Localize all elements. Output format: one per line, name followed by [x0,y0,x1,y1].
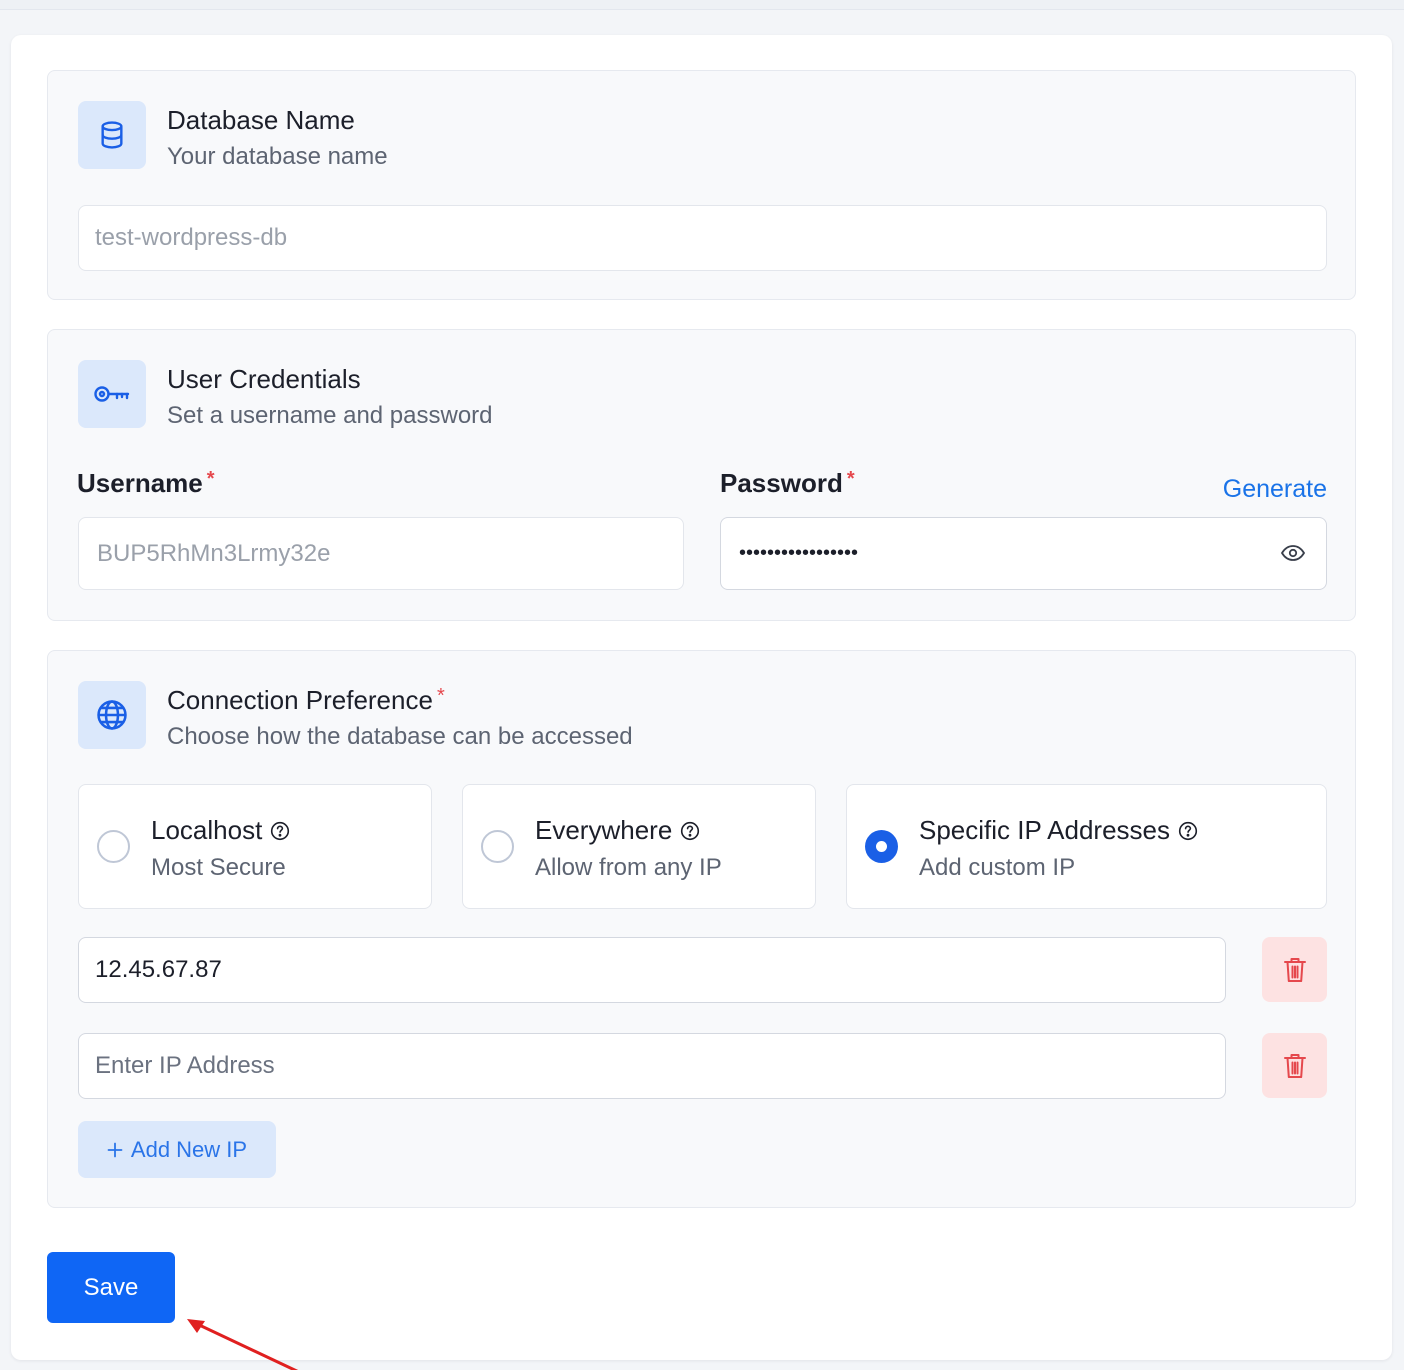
password-label: Password * [720,468,855,498]
option-everywhere[interactable]: Everywhere Allow from any IP [462,784,816,909]
option-title: Specific IP Addresses [919,815,1198,846]
database-form-card: Database Name Your database name test-wo… [11,35,1392,1370]
help-icon[interactable] [1178,821,1198,841]
section-subtitle: Choose how the database can be accessed [167,723,633,750]
ip-address-value: 12.45.67.87 [95,956,222,983]
ip-address-input[interactable]: 12.45.67.87 [78,937,1226,1003]
option-title: Everywhere [535,815,700,846]
trash-icon [1283,957,1306,982]
ip-address-input[interactable]: Enter IP Address [78,1033,1226,1099]
username-value: BUP5RhMn3Lrmy32e [97,539,331,567]
database-icon [78,101,146,169]
user-credentials-section: User Credentials Set a username and pass… [47,329,1356,621]
username-label: Username * [77,468,215,498]
required-marker: * [206,468,215,490]
required-marker: * [846,468,855,490]
delete-ip-button[interactable] [1262,1033,1327,1098]
section-title: Database Name [167,105,355,135]
option-localhost[interactable]: Localhost Most Secure [78,784,432,909]
save-button[interactable]: Save [47,1252,175,1323]
section-title: User Credentials [167,364,361,394]
trash-icon [1283,1053,1306,1078]
section-subtitle: Set a username and password [167,402,493,429]
key-icon [78,360,146,428]
delete-ip-button[interactable] [1262,937,1327,1002]
everywhere-radio[interactable] [481,830,514,863]
option-specific-ip[interactable]: Specific IP Addresses Add custom IP [846,784,1327,909]
database-name-input[interactable]: test-wordpress-db [78,205,1327,271]
option-subtitle: Most Secure [151,854,286,881]
add-new-ip-button[interactable]: Add New IP [78,1121,276,1178]
option-subtitle: Allow from any IP [535,854,722,881]
plus-icon [107,1142,123,1157]
top-bar [0,0,1404,10]
username-input[interactable]: BUP5RhMn3Lrmy32e [78,517,684,590]
add-new-ip-label: Add New IP [130,1136,248,1162]
specific-ip-radio[interactable] [865,830,898,863]
help-icon[interactable] [270,821,290,841]
annotation-arrow-icon [187,1319,299,1370]
ip-address-placeholder: Enter IP Address [95,1052,275,1079]
eye-icon[interactable] [1280,543,1306,563]
generate-password-link[interactable]: Generate [1223,475,1327,504]
globe-icon [78,681,146,749]
help-icon[interactable] [680,821,700,841]
password-value: ••••••••••••••••• [739,542,859,564]
section-subtitle: Your database name [167,143,388,170]
database-name-section: Database Name Your database name test-wo… [47,70,1356,300]
required-marker: * [436,685,445,707]
database-name-value: test-wordpress-db [95,224,288,251]
connection-preference-section: Connection Preference * Choose how the da… [47,650,1356,1208]
localhost-radio[interactable] [97,830,130,863]
option-subtitle: Add custom IP [919,854,1076,881]
section-title: Connection Preference * [167,685,445,715]
password-input[interactable]: ••••••••••••••••• [720,517,1327,590]
option-title: Localhost [151,815,290,846]
